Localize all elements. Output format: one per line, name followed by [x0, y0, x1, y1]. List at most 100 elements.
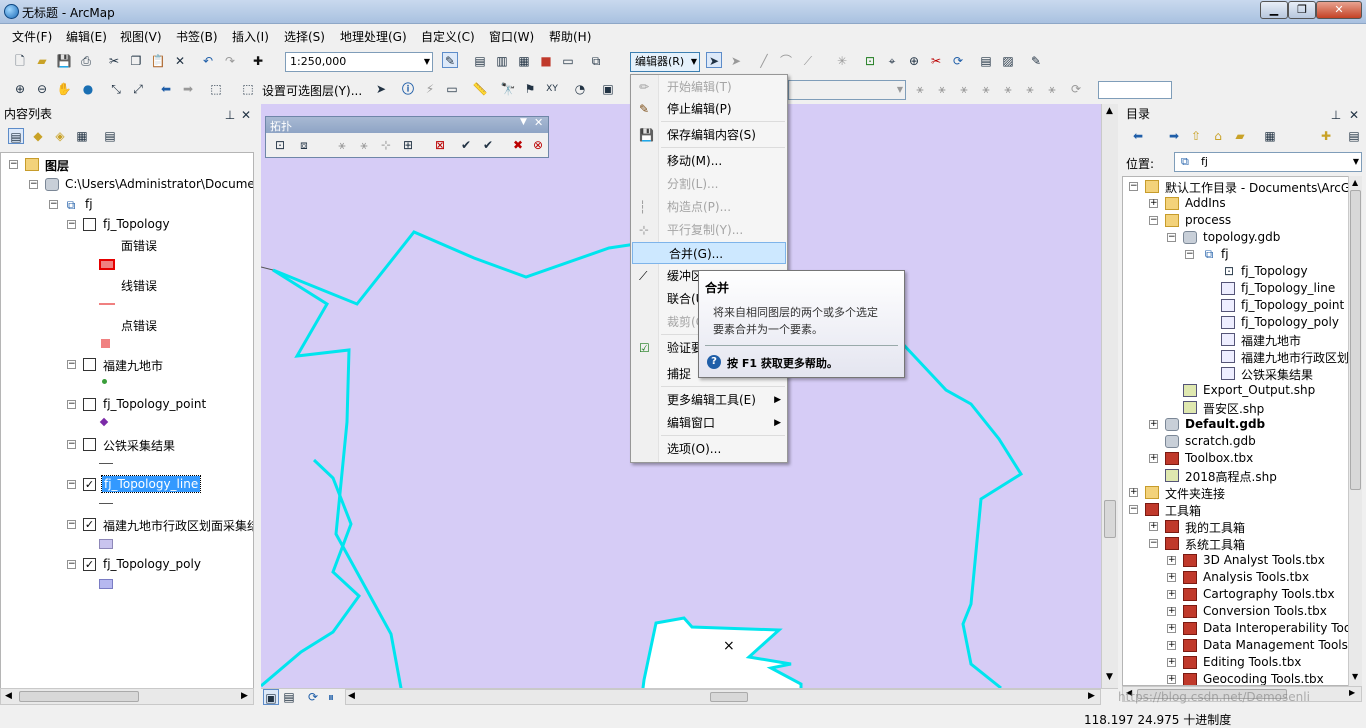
- select-features-icon[interactable]: ⬚: [208, 81, 224, 97]
- data-view-icon[interactable]: ▣: [263, 689, 279, 705]
- toc-layer-1[interactable]: 福建九地市: [103, 357, 163, 374]
- toc-layers-root[interactable]: 图层: [45, 157, 69, 174]
- menu-move[interactable]: 移动(M)...: [631, 150, 787, 172]
- menu-options[interactable]: 选项(O)...: [631, 438, 787, 460]
- maximize-button[interactable]: ❐: [1288, 1, 1316, 19]
- vertex-icon[interactable]: ⊕: [906, 53, 922, 69]
- menu-construct-points[interactable]: ┆ 构造点(P)...: [631, 196, 787, 218]
- menu-stop-editing[interactable]: ✎ 停止编辑(P): [631, 98, 787, 120]
- fixed-zoom-out-icon[interactable]: ⤢: [130, 81, 146, 97]
- show-shared-features-icon[interactable]: ⚹: [356, 137, 372, 153]
- topology-tool-4-icon[interactable]: ⚹: [978, 81, 994, 97]
- expand-icon[interactable]: +: [1167, 641, 1176, 650]
- expand-icon[interactable]: −: [1149, 539, 1158, 548]
- table-of-contents-icon[interactable]: ▤: [472, 53, 488, 69]
- rotate-icon[interactable]: ⟳: [950, 53, 966, 69]
- expand-layer-3-icon[interactable]: −: [67, 440, 76, 449]
- catalog-item-19[interactable]: 工具箱: [1165, 502, 1201, 519]
- endpoint-arc-icon[interactable]: ⌒: [778, 53, 794, 69]
- html-popup-icon[interactable]: ▭: [444, 81, 460, 97]
- editor-dropdown[interactable]: 编辑器(R) ▼: [630, 52, 700, 72]
- new-document-icon[interactable]: 🗋: [12, 53, 28, 69]
- error-inspector-icon[interactable]: ✖: [510, 137, 526, 153]
- catalog-item-1[interactable]: AddIns: [1185, 196, 1226, 210]
- sketch-properties-icon[interactable]: ▨: [1000, 53, 1016, 69]
- catalog-item-3[interactable]: topology.gdb: [1203, 230, 1280, 244]
- layer-4-checkbox[interactable]: ✓: [83, 478, 96, 491]
- expand-layer-1-icon[interactable]: −: [67, 360, 76, 369]
- expand-layer-5-icon[interactable]: −: [67, 520, 76, 529]
- close-catalog-icon[interactable]: ✕: [1346, 107, 1362, 123]
- expand-icon[interactable]: +: [1149, 454, 1158, 463]
- expand-icon[interactable]: +: [1167, 590, 1176, 599]
- edit-annotation-icon[interactable]: ➤: [728, 53, 744, 69]
- search-window-icon[interactable]: ▦: [516, 53, 532, 69]
- expand-icon[interactable]: +: [1167, 675, 1176, 684]
- list-by-visibility-icon[interactable]: ◈: [52, 128, 68, 144]
- catalog-views-icon[interactable]: ▦: [1262, 128, 1278, 144]
- copy-icon[interactable]: ❐: [128, 53, 144, 69]
- measure-icon[interactable]: 📏: [472, 81, 488, 97]
- toc-layer-3[interactable]: 公铁采集结果: [103, 437, 175, 454]
- time-slider-icon[interactable]: ◔: [572, 81, 588, 97]
- menu-merge[interactable]: 合并(G)...: [632, 242, 786, 264]
- catalog-up-icon[interactable]: ⇧: [1188, 128, 1204, 144]
- delete-icon[interactable]: ✕: [172, 53, 188, 69]
- catalog-item-17[interactable]: 2018高程点.shp: [1185, 468, 1277, 485]
- catalog-item-12[interactable]: Export_Output.shp: [1203, 383, 1315, 397]
- select-elements-icon[interactable]: ➤: [373, 81, 389, 97]
- menu-split[interactable]: 分割(L)...: [631, 173, 787, 195]
- save-icon[interactable]: 💾: [56, 53, 72, 69]
- menu-copy-parallel[interactable]: ⊹ 平行复制(Y)...: [631, 219, 787, 241]
- expand-icon[interactable]: −: [1149, 216, 1158, 225]
- catalog-item-5[interactable]: fj_Topology: [1241, 264, 1308, 278]
- edit-tool-icon[interactable]: ➤: [706, 52, 722, 68]
- expand-icon[interactable]: +: [1167, 624, 1176, 633]
- expand-layer-2-icon[interactable]: −: [67, 400, 76, 409]
- zoom-in-icon[interactable]: ⊕: [12, 81, 28, 97]
- close-topology-toolbar-icon[interactable]: ✕: [534, 116, 543, 129]
- layer-5-checkbox[interactable]: ✓: [83, 518, 96, 531]
- list-by-source-icon[interactable]: ◆: [30, 128, 46, 144]
- expand-icon[interactable]: −: [1129, 505, 1138, 514]
- menu-more-editing-tools[interactable]: 更多编辑工具(E) ▶: [631, 389, 787, 411]
- expand-icon[interactable]: +: [1149, 522, 1158, 531]
- expand-icon[interactable]: +: [1149, 199, 1158, 208]
- catalog-item-6[interactable]: fj_Topology_line: [1241, 281, 1335, 295]
- layer-3-checkbox[interactable]: [83, 438, 96, 451]
- catalog-vscroll-thumb[interactable]: [1350, 190, 1361, 490]
- topology-tool-5-icon[interactable]: ⚹: [1000, 81, 1016, 97]
- menu-selection[interactable]: 选择(S): [284, 28, 325, 45]
- topology-checkbox[interactable]: [83, 218, 96, 231]
- expand-icon[interactable]: +: [1167, 607, 1176, 616]
- target-layer-combo[interactable]: ▼: [788, 80, 906, 100]
- full-extent-icon[interactable]: ●: [80, 81, 96, 97]
- fix-topology-error-icon[interactable]: ✔: [480, 137, 496, 153]
- catalog-item-29[interactable]: Geocoding Tools.tbx: [1203, 672, 1324, 685]
- menu-windows[interactable]: 窗口(W): [489, 28, 534, 45]
- menu-editing-windows[interactable]: 编辑窗口 ▶: [631, 412, 787, 434]
- map-topology-icon[interactable]: ⧈: [296, 137, 312, 153]
- cut-icon[interactable]: ✂: [106, 53, 122, 69]
- toc-topology[interactable]: fj_Topology: [103, 217, 170, 231]
- catalog-item-8[interactable]: fj_Topology_poly: [1241, 315, 1339, 329]
- add-data-icon[interactable]: ✚: [250, 53, 266, 69]
- menu-bookmarks[interactable]: 书签(B): [176, 28, 218, 45]
- validate-topology-icon[interactable]: ⚹: [912, 81, 928, 97]
- magnifier-icon[interactable]: ▣: [600, 81, 616, 97]
- topology-tool-7-icon[interactable]: ⚹: [1044, 81, 1060, 97]
- catalog-item-22[interactable]: 3D Analyst Tools.tbx: [1203, 553, 1325, 567]
- topology-edit-tool-icon[interactable]: ⚹: [334, 137, 350, 153]
- layer-search-input[interactable]: [1098, 81, 1172, 99]
- menu-edit[interactable]: 编辑(E): [66, 28, 107, 45]
- connect-folder-icon[interactable]: ▰: [1232, 128, 1248, 144]
- expand-path-icon[interactable]: −: [29, 180, 38, 189]
- select-layers-button[interactable]: 设置可选图层(Y)...: [262, 82, 362, 99]
- expand-dataset-icon[interactable]: −: [49, 200, 58, 209]
- menu-start-editing[interactable]: ✏ 开始编辑(T): [631, 76, 787, 98]
- menu-file[interactable]: 文件(F): [12, 28, 52, 45]
- catalog-item-9[interactable]: 福建九地市: [1241, 332, 1301, 349]
- toc-layer-2[interactable]: fj_Topology_point: [103, 397, 206, 411]
- expand-icon[interactable]: −: [1167, 233, 1176, 242]
- forward-icon[interactable]: ➡: [180, 81, 196, 97]
